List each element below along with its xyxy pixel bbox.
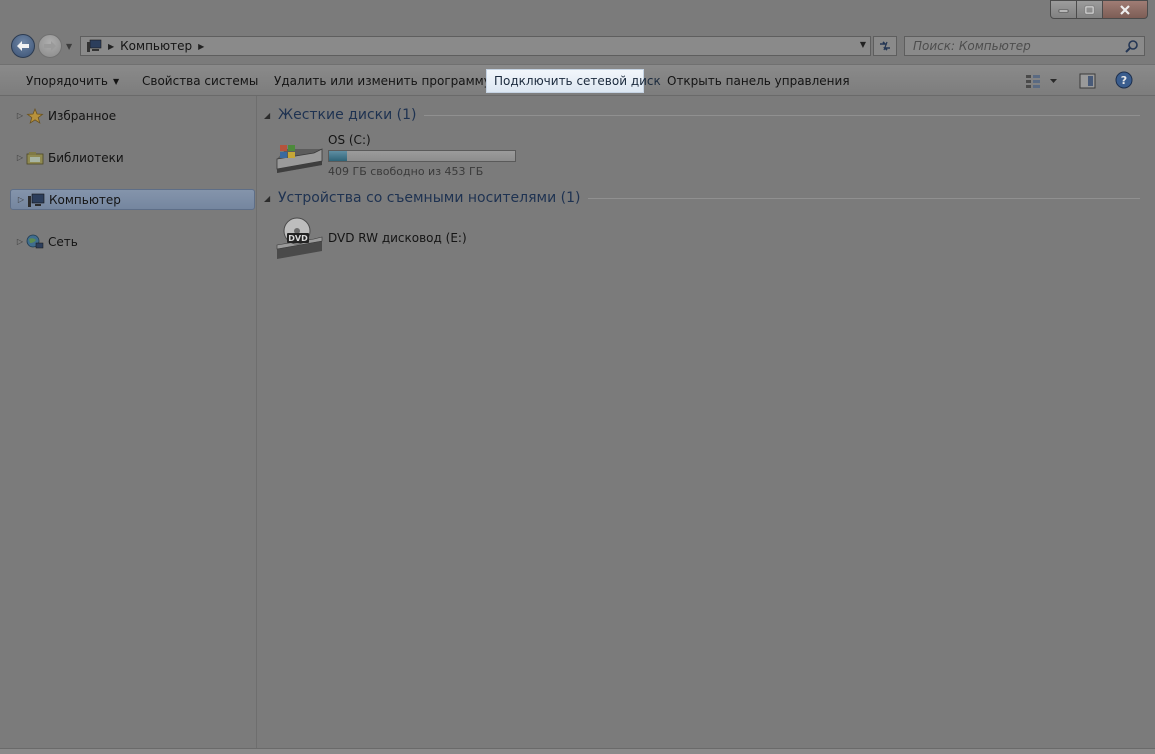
- view-options-icon[interactable]: [1025, 73, 1059, 89]
- organize-button[interactable]: Упорядочить ▼: [19, 69, 126, 93]
- recent-pages-dropdown[interactable]: ▼: [66, 42, 72, 51]
- nav-item-libraries[interactable]: ▷ Библиотеки: [10, 147, 255, 168]
- drive-name: OS (C:): [328, 133, 371, 147]
- close-icon: [1120, 4, 1130, 15]
- uninstall-program-button[interactable]: Удалить или изменить программу: [267, 69, 498, 93]
- refresh-icon: [880, 41, 890, 51]
- network-icon: [26, 234, 44, 250]
- expand-arrow-icon[interactable]: ▷: [14, 111, 26, 120]
- nav-item-network[interactable]: ▷ Сеть: [10, 231, 255, 252]
- libraries-icon: [26, 150, 44, 166]
- breadcrumb-separator-icon[interactable]: ▶: [198, 42, 204, 51]
- preview-pane-icon[interactable]: [1079, 73, 1097, 89]
- maximize-button[interactable]: [1077, 0, 1103, 19]
- drive-info: OS (C:) 409 ГБ свободно из 453 ГБ: [328, 131, 516, 178]
- svg-text:?: ?: [1121, 74, 1127, 87]
- caption-buttons: [1050, 0, 1148, 19]
- breadcrumb-separator-icon[interactable]: ▶: [108, 42, 114, 51]
- breadcrumb-computer[interactable]: Компьютер: [120, 39, 192, 53]
- uninstall-program-label: Удалить или изменить программу: [274, 74, 491, 88]
- address-bar[interactable]: ▶ Компьютер ▶ ▼: [80, 36, 871, 56]
- system-properties-button[interactable]: Свойства системы: [135, 69, 265, 93]
- maximize-icon: [1084, 5, 1095, 14]
- group-title: Устройства со съемными носителями (1): [278, 190, 581, 206]
- drive-usage-bar: [328, 150, 516, 162]
- group-divider: [424, 114, 1140, 116]
- expand-arrow-icon[interactable]: ▷: [15, 195, 27, 204]
- search-box: [904, 36, 1145, 56]
- nav-item-label: Библиотеки: [48, 150, 124, 165]
- expand-arrow-icon[interactable]: ▷: [14, 153, 26, 162]
- open-control-panel-label: Открыть панель управления: [667, 74, 850, 88]
- minimize-icon: [1058, 9, 1069, 12]
- refresh-button[interactable]: [873, 36, 897, 56]
- close-button[interactable]: [1103, 0, 1148, 19]
- help-icon[interactable]: ?: [1115, 71, 1133, 89]
- map-network-drive-label: Подключить сетевой диск: [494, 74, 661, 88]
- navigation-pane: ▷ Избранное ▷ Библиотеки ▷ Компьютер ▷ С…: [8, 96, 257, 748]
- nav-item-favorites[interactable]: ▷ Избранное: [10, 105, 255, 126]
- map-network-drive-button[interactable]: Подключить сетевой диск: [486, 69, 661, 93]
- search-input[interactable]: [905, 37, 1123, 55]
- drive-item-e[interactable]: DVD DVD RW дисковод (E:): [274, 215, 467, 261]
- group-removable-header[interactable]: ◢ Устройства со съемными носителями (1): [264, 188, 1140, 208]
- collapse-arrow-icon[interactable]: ◢: [264, 194, 278, 203]
- minimize-button[interactable]: [1050, 0, 1077, 19]
- organize-label: Упорядочить: [26, 74, 108, 88]
- expand-arrow-icon[interactable]: ▷: [14, 237, 26, 246]
- drive-info: DVD RW дисковод (E:): [328, 215, 467, 261]
- nav-item-label: Избранное: [48, 108, 117, 123]
- search-icon[interactable]: [1125, 39, 1139, 53]
- open-control-panel-button[interactable]: Открыть панель управления: [660, 69, 857, 93]
- group-title: Жесткие диски (1): [278, 107, 417, 123]
- nav-item-label: Компьютер: [49, 192, 121, 207]
- back-arrow-icon: [17, 41, 29, 51]
- computer-icon: [87, 39, 102, 52]
- forward-button[interactable]: [38, 34, 62, 58]
- group-hard-drives-header[interactable]: ◢ Жесткие диски (1): [264, 105, 1140, 125]
- nav-item-computer[interactable]: ▷ Компьютер: [10, 189, 255, 210]
- drive-usage-fill: [329, 151, 348, 161]
- address-history-dropdown[interactable]: ▼: [860, 40, 866, 49]
- collapse-arrow-icon[interactable]: ◢: [264, 111, 278, 120]
- drive-free-space: 409 ГБ свободно из 453 ГБ: [328, 165, 484, 178]
- explorer-window: ▼ ▶ Компьютер ▶ ▼ Упорядочить ▼ Свойства…: [0, 0, 1155, 754]
- drive-name: DVD RW дисковод (E:): [328, 231, 467, 245]
- computer-icon: [27, 192, 45, 208]
- forward-arrow-icon: [44, 41, 56, 51]
- command-bar: Упорядочить ▼ Свойства системы Удалить и…: [0, 64, 1155, 96]
- details-pane: [0, 748, 1155, 754]
- group-divider: [588, 197, 1140, 199]
- hard-drive-icon: [276, 145, 323, 173]
- dvd-drive-icon: DVD: [276, 217, 323, 259]
- system-properties-label: Свойства системы: [142, 74, 259, 88]
- dvd-logo-text: DVD: [288, 234, 308, 243]
- back-button[interactable]: [11, 34, 35, 58]
- chevron-down-icon: ▼: [112, 76, 120, 86]
- nav-item-label: Сеть: [48, 234, 78, 249]
- drive-item-c[interactable]: OS (C:) 409 ГБ свободно из 453 ГБ: [274, 131, 516, 178]
- star-icon: [26, 107, 44, 124]
